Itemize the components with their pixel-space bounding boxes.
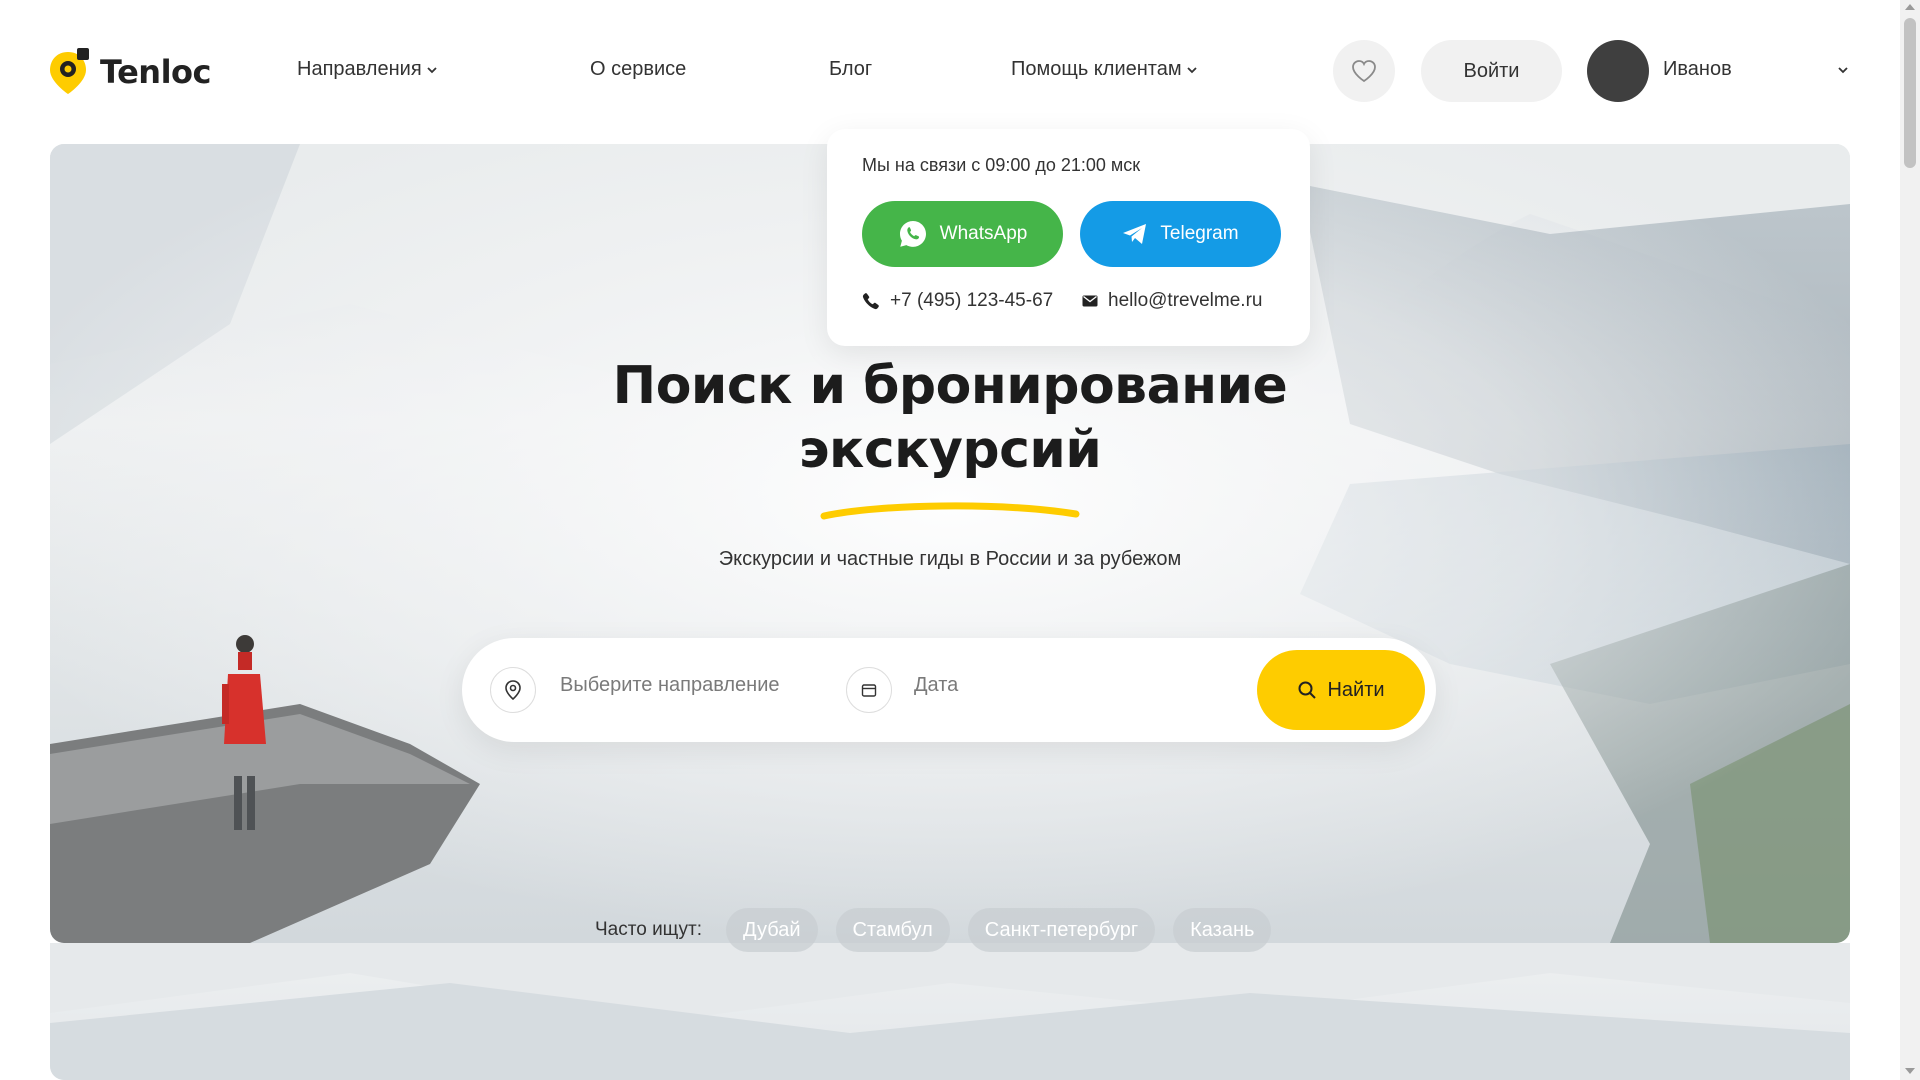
hero-strip <box>50 943 1850 1080</box>
nav-help-label: Помощь клиентам <box>1011 58 1182 80</box>
whatsapp-icon <box>899 221 926 247</box>
hero-title: Поиск и бронирование экскурсий <box>0 354 1900 482</box>
nav-blog[interactable]: Блог <box>829 58 872 81</box>
hero-title-line1: Поиск и бронирование <box>612 356 1288 416</box>
hero-title-line2: экскурсий <box>798 420 1102 480</box>
mail-icon <box>1082 295 1098 307</box>
search-bar: Найти <box>462 638 1436 742</box>
support-hours: Мы на связи с 09:00 до 21:00 мск <box>862 155 1141 175</box>
username[interactable]: Иванов <box>1663 58 1732 81</box>
chevron-down-icon[interactable] <box>1837 64 1849 76</box>
calendar-icon <box>846 667 892 713</box>
popular-searches: Часто ищут: Дубай Стамбул Санкт-петербур… <box>595 908 1272 952</box>
nav-blog-label: Блог <box>829 58 873 80</box>
popular-chip-kazan[interactable]: Казань <box>1173 908 1272 952</box>
nav-about-label: О сервисе <box>590 58 687 80</box>
favorites-button[interactable] <box>1333 40 1395 102</box>
location-pin-icon <box>490 667 536 713</box>
page-scrollbar[interactable] <box>1900 0 1920 1080</box>
title-underline <box>820 502 1080 520</box>
logo[interactable]: Tenloc <box>48 48 211 96</box>
direction-input[interactable] <box>560 674 820 697</box>
support-dropdown: Мы на связи с 09:00 до 21:00 мск WhatsAp… <box>827 129 1310 346</box>
support-phone-text: +7 (495) 123-45-67 <box>890 290 1054 311</box>
date-input[interactable] <box>914 674 1214 697</box>
avatar[interactable] <box>1587 40 1649 102</box>
nav-directions-label: Направления <box>297 58 422 80</box>
phone-icon <box>862 293 879 310</box>
telegram-icon <box>1123 224 1147 244</box>
logo-pin-icon <box>48 48 92 96</box>
nav-about[interactable]: О сервисе <box>590 58 686 81</box>
nav-directions[interactable]: Направления <box>297 58 438 81</box>
search-submit-label: Найти <box>1327 678 1385 701</box>
site-header: Tenloc Направления О сервисе Блог Помощь… <box>0 0 1900 144</box>
popular-chip-spb[interactable]: Санкт-петербург <box>967 908 1156 952</box>
logo-text: Tenloc <box>100 53 211 91</box>
support-email[interactable]: hello@trevelme.ru <box>1082 290 1262 312</box>
telegram-label: Telegram <box>1160 223 1239 244</box>
whatsapp-button[interactable]: WhatsApp <box>862 201 1063 267</box>
scroll-thumb[interactable] <box>1904 18 1916 168</box>
popular-label: Часто ищут: <box>595 919 703 940</box>
search-submit-button[interactable]: Найти <box>1257 650 1425 730</box>
telegram-button[interactable]: Telegram <box>1080 201 1281 267</box>
scroll-down-arrow[interactable] <box>1905 1068 1915 1074</box>
support-email-text: hello@trevelme.ru <box>1108 290 1263 311</box>
nav-help[interactable]: Помощь клиентам <box>1011 58 1198 81</box>
popular-chip-istanbul[interactable]: Стамбул <box>835 908 950 952</box>
support-phone[interactable]: +7 (495) 123-45-67 <box>862 290 1053 312</box>
whatsapp-label: WhatsApp <box>939 223 1028 244</box>
chevron-down-icon <box>1186 66 1197 73</box>
popular-chip-dubai[interactable]: Дубай <box>726 908 818 952</box>
scroll-up-arrow[interactable] <box>1905 4 1915 10</box>
heart-icon <box>1352 60 1376 83</box>
chevron-down-icon <box>427 66 437 73</box>
search-icon <box>1298 681 1317 699</box>
login-button[interactable]: Войти <box>1421 40 1562 102</box>
hero-subtitle: Экскурсии и частные гиды в России и за р… <box>718 548 1182 570</box>
